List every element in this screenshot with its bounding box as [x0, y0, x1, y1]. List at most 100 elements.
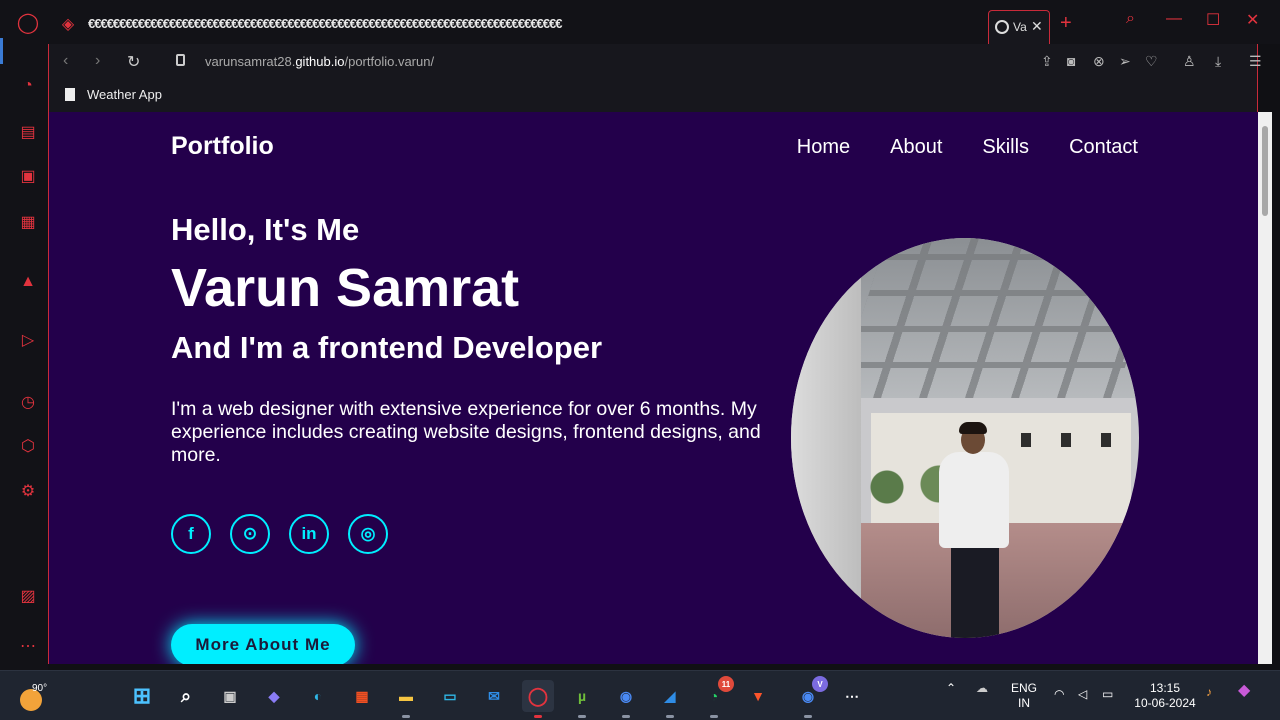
forward-button[interactable]: › — [95, 52, 100, 70]
edge-icon[interactable]: ◐ — [302, 680, 334, 712]
heart-icon[interactable]: ♡ — [1145, 53, 1158, 70]
facebook-icon[interactable]: f — [171, 514, 211, 554]
hero-name: Varun Samrat — [171, 258, 520, 318]
opera-taskbar-icon[interactable]: ◯ — [522, 680, 554, 718]
document-icon — [65, 88, 75, 101]
photo-window — [1061, 433, 1071, 447]
aria-icon[interactable]: ▲ — [14, 268, 42, 296]
profile-icon[interactable]: ♙ — [1183, 53, 1196, 70]
copilot-tray-icon[interactable]: ◆ — [1238, 683, 1250, 699]
opera-sidebar: ◯ ◔ ▤ ▣ ▦ ▲ ▷ ◷ ⬡ ⚙ ▨ ⋯ — [0, 0, 48, 670]
close-tab-icon[interactable]: ✕ — [1031, 18, 1043, 35]
gaming-icon[interactable]: ◈ — [54, 10, 82, 38]
bookmark-weather-app[interactable]: Weather App — [65, 87, 162, 102]
camera-icon[interactable]: ◙ — [1067, 53, 1075, 69]
running-indicator — [622, 715, 630, 718]
nav-contact[interactable]: Contact — [1069, 136, 1138, 159]
github-icon[interactable]: ⊙ — [230, 514, 270, 554]
url-field[interactable]: varunsamrat28.github.io/portfolio.varun/ — [205, 54, 434, 69]
maximize-button[interactable]: ☐ — [1206, 10, 1220, 30]
url-domain: github.io — [295, 54, 345, 69]
weather-widget[interactable]: 90° — [18, 681, 50, 711]
chrome-icon[interactable]: ◉ — [610, 680, 642, 718]
brave-icon[interactable]: ▼ — [742, 680, 774, 712]
more-about-me-button[interactable]: More About Me — [171, 624, 355, 664]
chevron-up-icon[interactable]: ⌃ — [946, 681, 956, 696]
onedrive-icon[interactable]: ☁ — [976, 681, 988, 696]
file-explorer-icon[interactable]: ▬ — [390, 680, 422, 718]
clock[interactable]: 13:15 10-06-2024 — [1130, 681, 1200, 711]
clock-time: 13:15 — [1149, 681, 1181, 695]
snapshot-icon[interactable]: ▨ — [14, 582, 42, 610]
workspace-icon[interactable]: ▦ — [14, 208, 42, 236]
social-links: f ⊙ in ◎ — [171, 514, 388, 554]
more-apps-icon[interactable]: ⋯ — [836, 680, 868, 712]
extensions-icon[interactable]: ⬡ — [14, 432, 42, 460]
page-scrollbar[interactable] — [1258, 112, 1272, 664]
shopping-icon[interactable]: ▤ — [14, 118, 42, 146]
utorrent-icon[interactable]: µ — [566, 680, 598, 718]
running-indicator — [804, 715, 812, 718]
easy-setup-icon[interactable]: ☰ — [1249, 53, 1262, 70]
photo-person-hair — [959, 422, 987, 434]
copilot-icon[interactable]: ◆ — [258, 680, 290, 712]
instagram-icon[interactable]: ◎ — [348, 514, 388, 554]
screen: ◯ ◔ ▤ ▣ ▦ ▲ ▷ ◷ ⬡ ⚙ ▨ ⋯ ◈ €€€€€€€€€€€€€€… — [0, 0, 1280, 720]
photo-ceiling-grid — [835, 238, 1139, 398]
lock-icon[interactable] — [176, 54, 185, 66]
language-indicator[interactable]: ENG IN — [1010, 681, 1038, 711]
wifi-icon[interactable]: ◠ — [1054, 687, 1064, 702]
new-tab-button[interactable]: + — [1060, 12, 1072, 35]
chrome-profile-icon[interactable]: ◉ V — [792, 676, 828, 718]
nav-skills[interactable]: Skills — [982, 136, 1029, 159]
pinned-tabs[interactable]: €€€€€€€€€€€€€€€€€€€€€€€€€€€€€€€€€€€€€€€€… — [88, 16, 988, 34]
desktop-icon[interactable]: ▭ — [434, 680, 466, 712]
site-nav: Home About Skills Contact — [797, 136, 1138, 159]
search-tabs-icon[interactable]: ⌕ — [1126, 10, 1135, 28]
close-window-button[interactable]: ✕ — [1246, 10, 1259, 30]
nav-home[interactable]: Home — [797, 136, 850, 159]
hero-role: And I'm a frontend Developer — [171, 330, 603, 365]
search-icon[interactable]: ⌕ — [170, 680, 202, 712]
speed-dial-icon[interactable]: ◔ — [14, 72, 42, 100]
active-tab[interactable]: Va ✕ — [988, 10, 1050, 44]
battery-icon[interactable]: ▭ — [1102, 687, 1113, 702]
bookmarks-bar: Weather App — [48, 80, 1258, 112]
send-icon[interactable]: ➢ — [1119, 53, 1131, 70]
volume-icon[interactable]: ◁ — [1078, 687, 1087, 702]
store-icon[interactable]: ▦ — [346, 680, 378, 712]
profile-badge: V — [812, 676, 828, 692]
running-indicator — [710, 715, 718, 718]
start-button[interactable]: ⊞ — [126, 680, 158, 712]
minimize-button[interactable]: — — [1166, 10, 1182, 28]
running-indicator — [666, 715, 674, 718]
player-icon[interactable]: ▷ — [14, 326, 42, 354]
weather-temp: 90° — [32, 683, 48, 694]
history-icon[interactable]: ◷ — [14, 388, 42, 416]
whatsapp-icon[interactable]: ◔ 11 — [698, 676, 734, 718]
photo-person-legs — [951, 544, 999, 638]
mail-icon[interactable]: ✉ — [478, 680, 510, 712]
reload-button[interactable]: ↻ — [127, 52, 140, 72]
photo-window — [1021, 433, 1031, 447]
nav-about[interactable]: About — [890, 136, 942, 159]
linkedin-icon[interactable]: in — [289, 514, 329, 554]
bookmark-label: Weather App — [87, 87, 162, 102]
photo-pillar — [791, 238, 861, 638]
site-logo[interactable]: Portfolio — [171, 132, 274, 161]
scrollbar-thumb[interactable] — [1262, 126, 1268, 216]
notification-bell-icon[interactable]: ♪ — [1206, 685, 1212, 700]
settings-icon[interactable]: ⚙ — [14, 477, 42, 505]
portfolio-page: Portfolio Home About Skills Contact Hell… — [48, 112, 1258, 664]
download-icon[interactable]: ⤓ — [1215, 53, 1221, 70]
clock-date: 10-06-2024 — [1134, 696, 1196, 710]
vscode-icon[interactable]: ◢ — [654, 680, 686, 718]
lang-top: ENG — [1010, 681, 1037, 695]
back-button[interactable]: ‹ — [63, 52, 68, 70]
more-icon[interactable]: ⋯ — [14, 632, 42, 660]
twitch-icon[interactable]: ▣ — [14, 162, 42, 190]
task-view-icon[interactable]: ▣ — [214, 680, 246, 712]
adblock-icon[interactable]: ⊗ — [1093, 53, 1105, 70]
opera-logo-icon[interactable]: ◯ — [14, 8, 42, 36]
share-icon[interactable]: ⇪ — [1041, 53, 1053, 70]
